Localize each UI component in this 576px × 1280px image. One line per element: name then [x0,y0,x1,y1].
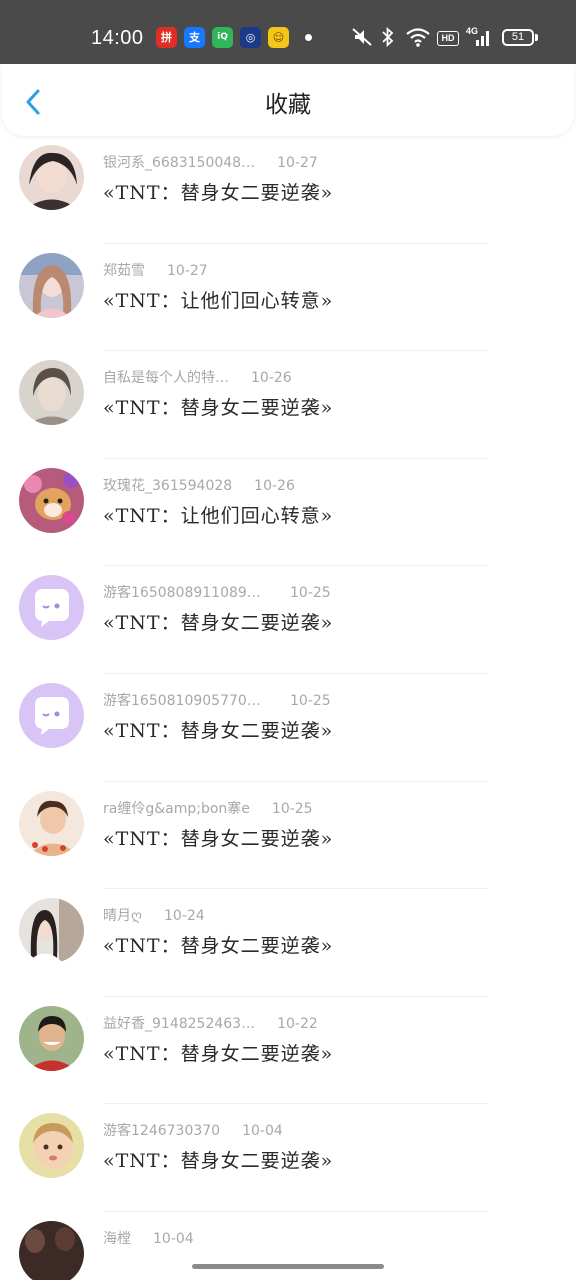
user-avatar[interactable] [19,1005,84,1071]
item-meta: 海樘 10-04 [103,1229,194,1249]
list-item[interactable]: 郑茹雪 10-27 «TNT：让他们回心转意» [0,244,576,352]
user-name: 银河系_6683150048… [103,155,256,171]
list-item[interactable]: 自私是每个人的特… 10-26 «TNT：替身女二要逆袭» [0,351,576,459]
user-name: ra缠伶g&amp;bon寨e [103,800,250,817]
item-date: 10-26 [251,370,292,387]
favorites-list: 银河系_6683150048… 10-27 «TNT：替身女二要逆袭» 郑茹雪 10… [0,136,576,1280]
app-icon-yellow: ☺ [268,27,289,48]
battery-tip [535,34,538,41]
user-avatar[interactable] [19,1220,84,1280]
list-item[interactable]: 游客1650810905770024V 10-25 «TNT：替身女二要逆袭» [0,674,576,782]
story-title[interactable]: «TNT：替身女二要逆袭» [103,718,333,744]
guest-avatar-icon[interactable] [19,575,84,641]
item-meta: 玫瑰花_361594028 10-26 [103,476,295,496]
app-icon-blue: ◎ [240,27,261,48]
item-date: 10-24 [164,908,205,925]
list-item[interactable]: 银河系_6683150048… 10-27 «TNT：替身女二要逆袭» [0,136,576,244]
user-avatar[interactable] [19,467,84,533]
item-meta: 银河系_6683150048… 10-27 [103,153,318,173]
list-item[interactable]: 游客1246730370 10-04 «TNT：替身女二要逆袭» [0,1104,576,1212]
item-meta: 游客1650810905770024V 10-25 [103,691,331,711]
list-item[interactable]: 晴月ღ 10-24 «TNT：替身女二要逆袭» [0,889,576,997]
user-name: 游客1650808911089q300 [103,585,268,602]
user-avatar[interactable] [19,898,84,964]
status-bar: 14:00 拼 支 iQ ◎ ☺ HD 4G 51 [0,0,576,64]
user-name: 游客1650810905770024V [103,692,268,709]
guest-avatar-icon[interactable] [19,682,84,748]
status-time: 14:00 [91,27,144,49]
item-date: 10-25 [271,800,313,817]
user-name: 游客1246730370 [103,1123,221,1140]
story-title[interactable]: «TNT：替身女二要逆袭» [103,1041,333,1067]
user-name: 郑茹雪 [103,262,145,279]
bluetooth-icon [382,26,394,48]
user-name: 益好香_9148252463… [103,1015,256,1032]
item-date: 10-27 [277,155,318,171]
item-date: 10-25 [290,585,331,602]
item-date: 10-26 [254,477,295,494]
item-date: 10-04 [153,1230,194,1247]
user-avatar[interactable] [19,252,84,318]
user-avatar[interactable] [19,145,84,210]
user-name: 海樘 [103,1230,131,1247]
user-avatar[interactable] [19,360,84,426]
item-meta: ra缠伶g&amp;bon寨e 10-25 [103,799,313,819]
item-date: 10-25 [290,692,331,709]
wifi-icon [406,28,430,47]
story-title[interactable]: «TNT：替身女二要逆袭» [103,826,333,852]
list-item[interactable]: ra缠伶g&amp;bon寨e 10-25 «TNT：替身女二要逆袭» [0,782,576,890]
story-title[interactable]: «TNT：让他们回心转意» [103,503,333,529]
item-meta: 游客1246730370 10-04 [103,1121,283,1141]
header: 收藏 [2,64,574,136]
item-meta: 游客1650808911089q300 10-25 [103,583,331,603]
item-date: 10-04 [242,1123,283,1140]
item-meta: 益好香_9148252463… 10-22 [103,1014,318,1034]
signal-icon [476,31,489,46]
list-item[interactable]: 益好香_9148252463… 10-22 «TNT：替身女二要逆袭» [0,997,576,1105]
item-meta: 自私是每个人的特… 10-26 [103,368,292,388]
hd-icon: HD [437,31,459,46]
story-title[interactable]: «TNT：替身女二要逆袭» [103,933,333,959]
battery-icon: 51 [502,29,534,46]
home-indicator[interactable] [192,1264,384,1269]
item-date: 10-22 [277,1015,318,1032]
story-title[interactable]: «TNT：替身女二要逆袭» [103,610,333,636]
user-avatar[interactable] [19,1113,84,1179]
user-avatar[interactable] [19,790,84,856]
item-date: 10-27 [167,262,208,279]
alipay-icon: 支 [184,27,205,48]
iqiyi-icon: iQ [212,27,233,48]
story-title[interactable]: «TNT：替身女二要逆袭» [103,395,333,421]
mute-icon [352,28,372,46]
story-title[interactable]: «TNT：替身女二要逆袭» [103,1148,333,1174]
story-title[interactable]: «TNT：让他们回心转意» [103,288,333,314]
user-name: 晴月ღ [103,908,143,925]
user-name: 自私是每个人的特… [103,370,229,387]
item-meta: 晴月ღ 10-24 [103,906,205,926]
page-title: 收藏 [265,92,311,118]
user-name: 玫瑰花_361594028 [103,477,233,494]
notification-dot-icon [305,34,312,41]
list-item[interactable]: 海樘 10-04 [0,1212,576,1280]
story-title[interactable]: «TNT：替身女二要逆袭» [103,180,333,206]
list-item[interactable]: 游客1650808911089q300 10-25 «TNT：替身女二要逆袭» [0,566,576,674]
pinduoduo-icon: 拼 [156,27,177,48]
item-meta: 郑茹雪 10-27 [103,261,208,281]
list-item[interactable]: 玫瑰花_361594028 10-26 «TNT：让他们回心转意» [0,459,576,567]
